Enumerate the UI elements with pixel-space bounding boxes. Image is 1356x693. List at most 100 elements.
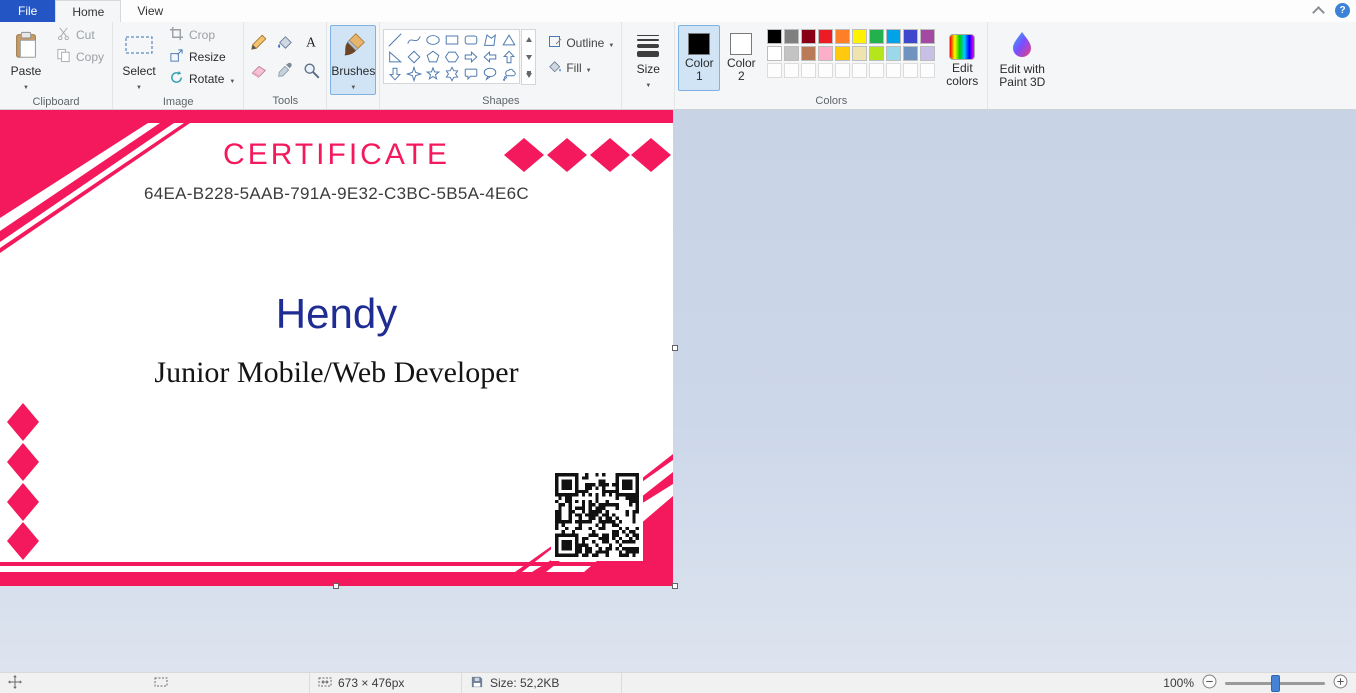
outline-button[interactable]: Outline (544, 32, 618, 54)
rotate-button[interactable]: Rotate (164, 68, 240, 90)
palette-color-10[interactable] (767, 46, 783, 61)
palette-color-6[interactable] (869, 29, 885, 44)
fill-color-tool-button[interactable] (273, 30, 297, 54)
palette-empty-slot[interactable] (903, 63, 919, 78)
shape-right-arrow[interactable] (461, 48, 480, 65)
resize-handle-right[interactable] (672, 345, 678, 351)
resize-handle-corner[interactable] (672, 583, 678, 589)
color-picker-tool-button[interactable] (273, 58, 297, 82)
edit-with-paint3d-button[interactable]: Edit with Paint 3D (991, 25, 1053, 92)
resize-label: Resize (189, 50, 226, 64)
copy-button[interactable]: Copy (51, 46, 109, 68)
palette-empty-slot[interactable] (818, 63, 834, 78)
paint-window: File Home View ? Paste ▼ Cut Copy Clipbo… (0, 0, 1356, 693)
palette-color-2[interactable] (801, 29, 817, 44)
select-button[interactable]: Select (116, 25, 162, 95)
paint3d-group: Edit with Paint 3D (988, 22, 1056, 109)
certificate-title: CERTIFICATE (223, 138, 450, 171)
palette-color-1[interactable] (784, 29, 800, 44)
palette-color-18[interactable] (903, 46, 919, 61)
brushes-button[interactable]: Brushes (330, 25, 377, 95)
shape-polygon[interactable] (480, 31, 499, 48)
palette-empty-slot[interactable] (886, 63, 902, 78)
color2-button[interactable]: Color 2 (720, 25, 762, 91)
palette-color-4[interactable] (835, 29, 851, 44)
shape-oval[interactable] (423, 31, 442, 48)
resize-handle-bottom[interactable] (333, 583, 339, 589)
certificate-image[interactable]: CERTIFICATE 64EA-B228-5AAB-791A-9E32-C3B… (0, 110, 673, 586)
palette-color-16[interactable] (869, 46, 885, 61)
palette-color-0[interactable] (767, 29, 783, 44)
palette-color-19[interactable] (920, 46, 936, 61)
eraser-tool-button[interactable] (247, 58, 271, 82)
shape-triangle[interactable] (499, 31, 518, 48)
zoom-out-button[interactable] (1202, 674, 1217, 692)
shape-down-arrow[interactable] (385, 65, 404, 82)
palette-color-14[interactable] (835, 46, 851, 61)
crop-label: Crop (189, 28, 216, 42)
shape-four-point-star[interactable] (404, 65, 423, 82)
crop-button[interactable]: Crop (164, 24, 240, 46)
shape-right-triangle[interactable] (385, 48, 404, 65)
palette-empty-slot[interactable] (835, 63, 851, 78)
cut-button[interactable]: Cut (51, 24, 109, 46)
canvas-area[interactable]: CERTIFICATE 64EA-B228-5AAB-791A-9E32-C3B… (0, 110, 1356, 672)
palette-empty-slot[interactable] (801, 63, 817, 78)
shape-rounded-rectangle[interactable] (461, 31, 480, 48)
shape-six-point-star[interactable] (442, 65, 461, 82)
help-icon[interactable]: ? (1335, 3, 1350, 18)
magnifier-tool-button[interactable] (299, 58, 323, 82)
outline-label: Outline (566, 36, 605, 50)
size-button[interactable]: Size (625, 25, 671, 93)
tab-home[interactable]: Home (55, 0, 122, 22)
shape-pentagon[interactable] (423, 48, 442, 65)
shape-rectangle[interactable] (442, 31, 461, 48)
shape-rounded-callout[interactable] (461, 65, 480, 82)
collapse-ribbon-icon[interactable] (1312, 6, 1325, 19)
palette-color-7[interactable] (886, 29, 902, 44)
shape-line[interactable] (385, 31, 404, 48)
tab-view[interactable]: View (121, 0, 179, 22)
color1-button[interactable]: Color 1 (678, 25, 721, 91)
palette-empty-slot[interactable] (767, 63, 783, 78)
shape-five-point-star[interactable] (423, 65, 442, 82)
shape-left-arrow[interactable] (480, 48, 499, 65)
palette-color-17[interactable] (886, 46, 902, 61)
resize-button[interactable]: Resize (164, 46, 240, 68)
palette-color-3[interactable] (818, 29, 834, 44)
selection-size-icon (154, 675, 168, 692)
palette-color-13[interactable] (818, 46, 834, 61)
zoom-slider[interactable] (1225, 674, 1325, 692)
palette-color-8[interactable] (903, 29, 919, 44)
fill-button[interactable]: Fill (544, 57, 618, 79)
palette-color-15[interactable] (852, 46, 868, 61)
color2-swatch (730, 33, 753, 55)
shape-hexagon[interactable] (442, 48, 461, 65)
shape-diamond[interactable] (404, 48, 423, 65)
tab-file[interactable]: File (0, 0, 56, 22)
palette-color-9[interactable] (920, 29, 936, 44)
cut-icon (56, 26, 71, 44)
pencil-tool-button[interactable] (247, 30, 271, 54)
palette-color-12[interactable] (801, 46, 817, 61)
shapes-scroll-down-icon[interactable] (522, 48, 535, 66)
palette-empty-slot[interactable] (852, 63, 868, 78)
shape-oval-callout[interactable] (480, 65, 499, 82)
palette-color-11[interactable] (784, 46, 800, 61)
palette-color-5[interactable] (852, 29, 868, 44)
palette-empty-slot[interactable] (920, 63, 936, 78)
palette-empty-slot[interactable] (869, 63, 885, 78)
clipboard-group: Paste Cut Copy Clipboard (0, 22, 114, 109)
paste-button[interactable]: Paste (3, 25, 49, 95)
shape-curve[interactable] (404, 31, 423, 48)
zoom-in-button[interactable] (1333, 674, 1348, 692)
edit-colors-button[interactable]: Edit colors (940, 25, 984, 91)
shapes-scroll-up-icon[interactable] (522, 30, 535, 48)
zoom-slider-thumb[interactable] (1271, 674, 1280, 692)
shape-up-arrow[interactable] (499, 48, 518, 65)
palette-empty-slot[interactable] (784, 63, 800, 78)
color-palette (766, 28, 936, 79)
shapes-more-icon[interactable] (522, 66, 535, 84)
text-tool-button[interactable]: A (299, 30, 323, 54)
shape-cloud-callout[interactable] (499, 65, 518, 82)
